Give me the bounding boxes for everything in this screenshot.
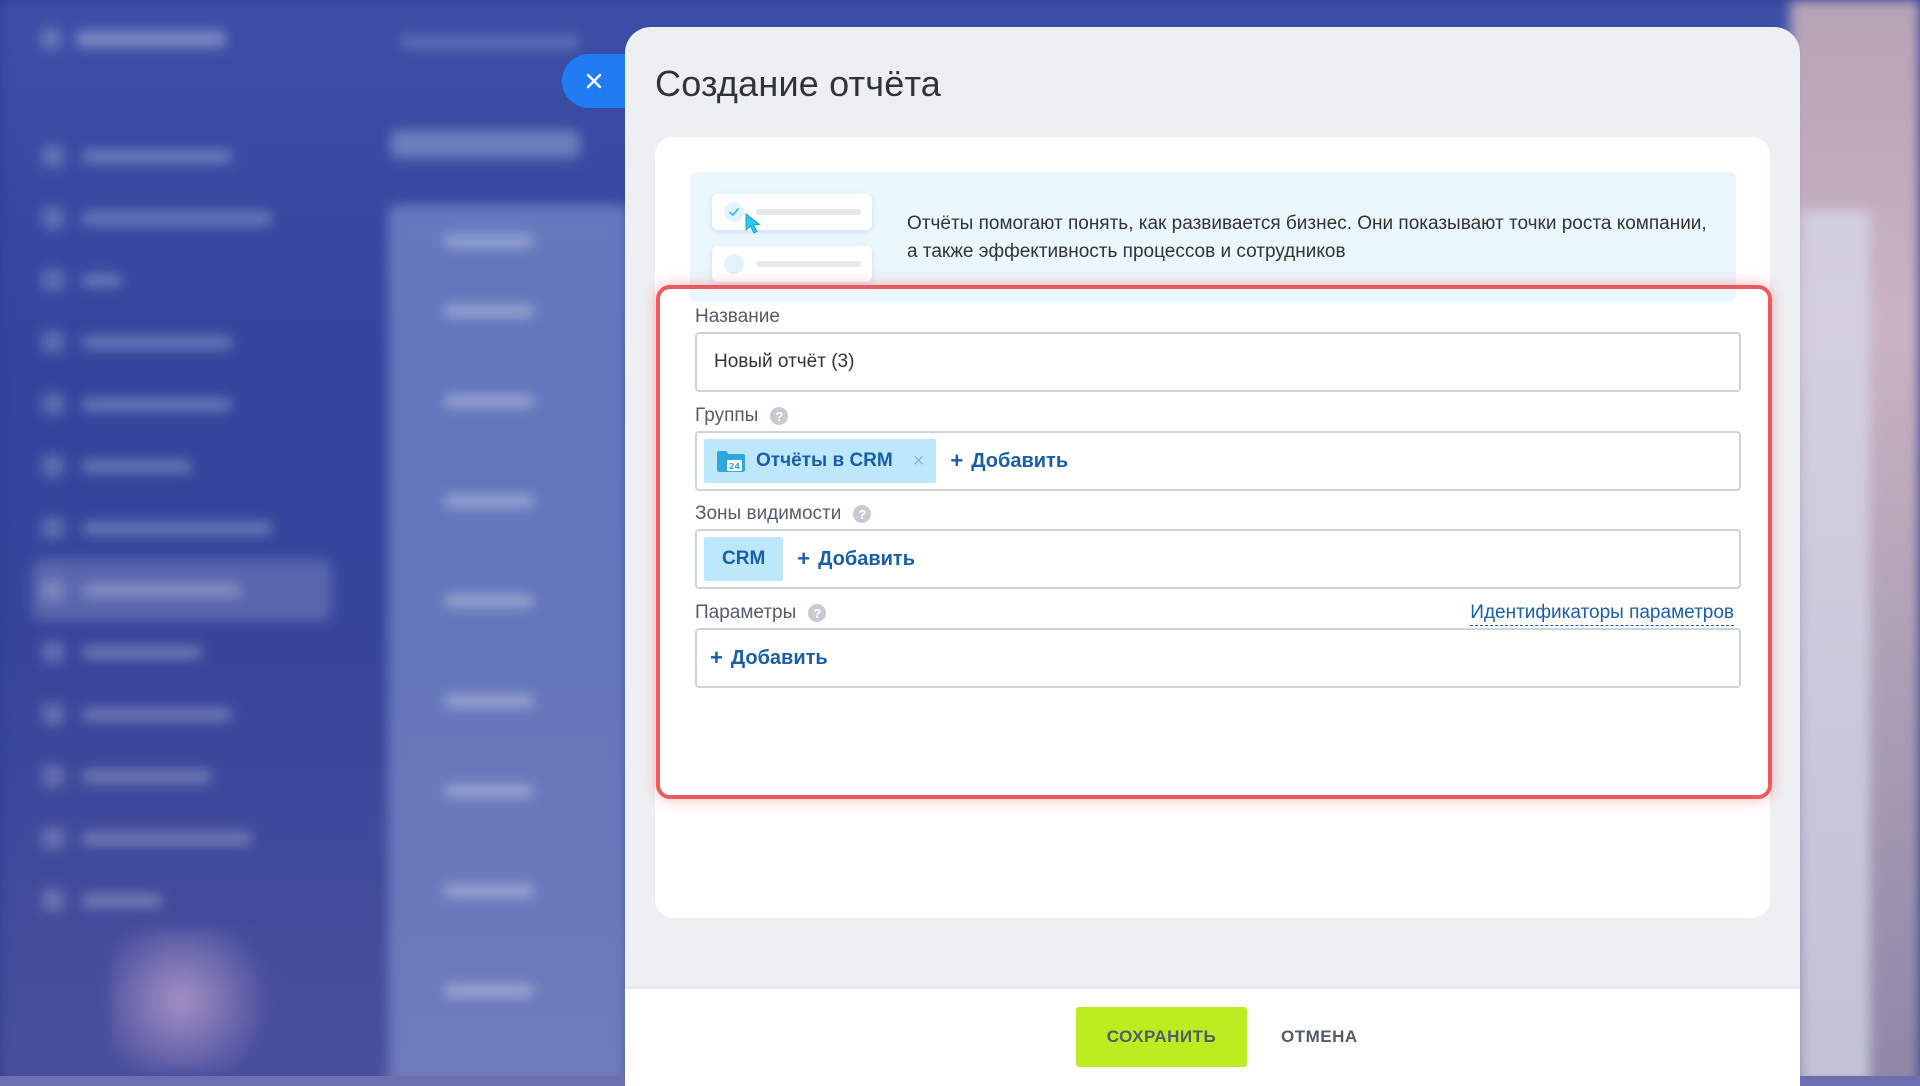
svg-text:24: 24 xyxy=(729,462,741,471)
plus-icon: + xyxy=(797,546,811,571)
background-nav-item xyxy=(32,373,332,435)
remove-tag-icon[interactable]: × xyxy=(913,450,925,473)
cursor-icon xyxy=(745,212,761,234)
groups-label-text: Группы xyxy=(695,405,759,426)
add-param-label: Добавить xyxy=(730,646,828,669)
background-nav-item xyxy=(32,559,332,621)
close-panel-button[interactable] xyxy=(562,54,632,108)
add-visibility-label: Добавить xyxy=(818,547,916,570)
add-param-link[interactable]: + Добавить xyxy=(710,645,828,671)
params-field[interactable]: + Добавить xyxy=(695,628,1741,688)
background-nav-item xyxy=(32,187,332,249)
name-input[interactable] xyxy=(704,334,1739,390)
plus-icon: + xyxy=(710,645,723,670)
plus-icon: + xyxy=(950,448,964,473)
page-title: Создание отчёта xyxy=(655,63,941,104)
form-highlight: Название Группы ? 24 Отчёты в CRM × xyxy=(656,285,1772,799)
name-label-text: Название xyxy=(695,306,780,327)
name-field[interactable] xyxy=(695,332,1741,392)
create-report-panel: Создание отчёта Отчёты помогают понять, … xyxy=(625,27,1800,1086)
background-sidebar xyxy=(0,0,360,1086)
background-nav-item xyxy=(32,311,332,373)
background-nav-item xyxy=(32,249,332,311)
background-nav-item xyxy=(32,435,332,497)
report-checklist-illustration xyxy=(712,194,872,286)
params-label: Параметры ? xyxy=(695,602,827,624)
visibility-label: Зоны видимости ? xyxy=(695,503,872,525)
background-nav xyxy=(32,125,332,931)
add-visibility-link[interactable]: + Добавить xyxy=(797,546,915,572)
visibility-label-text: Зоны видимости xyxy=(695,503,842,524)
form-card: Отчёты помогают понять, как развивается … xyxy=(655,137,1772,918)
visibility-tag: CRM xyxy=(704,537,784,581)
info-banner-text: Отчёты помогают понять, как развивается … xyxy=(907,213,1707,262)
background-nav-item xyxy=(32,683,332,745)
add-group-label: Добавить xyxy=(971,449,1069,472)
save-button[interactable]: СОХРАНИТЬ xyxy=(1076,1007,1247,1067)
visibility-field[interactable]: CRM + Добавить xyxy=(695,529,1741,589)
background-nav-item xyxy=(32,125,332,187)
background-nav-item xyxy=(32,869,332,931)
name-label: Название xyxy=(695,306,780,328)
groups-label: Группы ? xyxy=(695,405,789,427)
cancel-button[interactable]: ОТМЕНА xyxy=(1265,1007,1374,1067)
info-banner: Отчёты помогают понять, как развивается … xyxy=(690,172,1736,302)
group-tag-label: Отчёты в CRM xyxy=(756,450,893,471)
background-decoration xyxy=(110,930,290,1070)
folder-calendar-icon: 24 xyxy=(717,451,745,472)
visibility-tag-label: CRM xyxy=(722,548,766,569)
background-heading xyxy=(390,130,580,158)
question-icon[interactable]: ? xyxy=(853,505,872,523)
param-ids-link[interactable]: Идентификаторы параметров xyxy=(1470,601,1734,626)
background-right-panel xyxy=(1800,210,1870,1086)
background-nav-item xyxy=(32,621,332,683)
background-logo xyxy=(40,28,226,50)
background-search xyxy=(400,35,580,49)
background-nav-item xyxy=(32,807,332,869)
panel-footer: СОХРАНИТЬ ОТМЕНА xyxy=(625,989,1800,1086)
check-icon xyxy=(724,202,744,222)
groups-field[interactable]: 24 Отчёты в CRM × + Добавить xyxy=(695,431,1741,491)
background-list xyxy=(388,205,628,1086)
params-label-text: Параметры xyxy=(695,602,797,623)
background-nav-item xyxy=(32,745,332,807)
question-icon[interactable]: ? xyxy=(808,604,827,622)
close-icon xyxy=(586,73,602,89)
add-group-link[interactable]: + Добавить xyxy=(950,448,1068,474)
question-icon[interactable]: ? xyxy=(770,407,789,425)
group-tag: 24 Отчёты в CRM × xyxy=(704,439,937,483)
background-nav-item xyxy=(32,497,332,559)
